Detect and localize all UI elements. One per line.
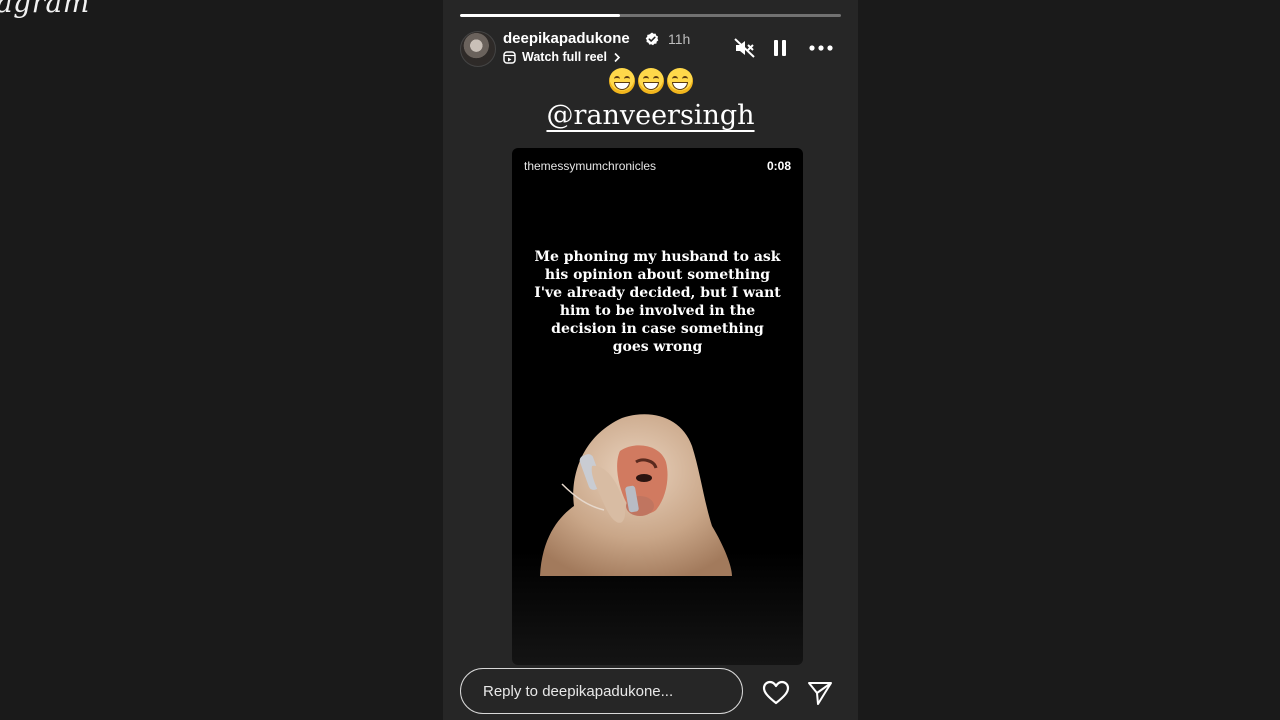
avatar[interactable] bbox=[460, 31, 496, 67]
reel-caption: Me phoning my husband to ask his opinion… bbox=[534, 249, 781, 355]
muted-speaker-icon bbox=[734, 38, 755, 58]
grinning-emoji-icon bbox=[608, 67, 635, 94]
reel-author: themessymumchronicles bbox=[524, 159, 657, 173]
reel-duration: 0:08 bbox=[766, 159, 791, 173]
username[interactable]: deepikapadukone bbox=[503, 30, 630, 47]
verified-icon bbox=[645, 32, 659, 46]
grinning-emoji-icon bbox=[637, 67, 664, 94]
story-viewer: deepikapadukone 11h Watch full reel @ran… bbox=[443, 0, 858, 720]
more-icon bbox=[809, 45, 833, 51]
emoji-sticker bbox=[443, 66, 858, 94]
send-icon[interactable] bbox=[807, 680, 833, 706]
instagram-logo[interactable]: agram bbox=[0, 0, 90, 19]
chevron-right-icon bbox=[614, 52, 621, 62]
reply-placeholder: Reply to deepikapadukone... bbox=[483, 682, 674, 700]
baboon-on-phone-image bbox=[540, 414, 732, 576]
pause-button[interactable] bbox=[770, 37, 790, 59]
more-options-button[interactable] bbox=[808, 37, 834, 59]
shared-reel-card[interactable]: themessymumchronicles 0:08 Me phoning my… bbox=[512, 148, 803, 665]
reply-input[interactable]: Reply to deepikapadukone... bbox=[460, 668, 743, 714]
story-progress-bar bbox=[460, 14, 841, 17]
watch-full-reel-link[interactable]: Watch full reel bbox=[503, 50, 621, 64]
watch-full-reel-label: Watch full reel bbox=[522, 50, 607, 64]
story-progress-fill bbox=[460, 14, 621, 17]
mute-button[interactable] bbox=[734, 37, 756, 59]
heart-icon[interactable] bbox=[762, 680, 790, 706]
grinning-emoji-icon bbox=[666, 67, 693, 94]
story-header: deepikapadukone 11h Watch full reel bbox=[460, 29, 841, 69]
post-time: 11h bbox=[668, 31, 691, 47]
mention-sticker[interactable]: @ranveersingh bbox=[443, 100, 858, 131]
reel-icon bbox=[503, 50, 516, 64]
pause-icon bbox=[774, 40, 786, 56]
